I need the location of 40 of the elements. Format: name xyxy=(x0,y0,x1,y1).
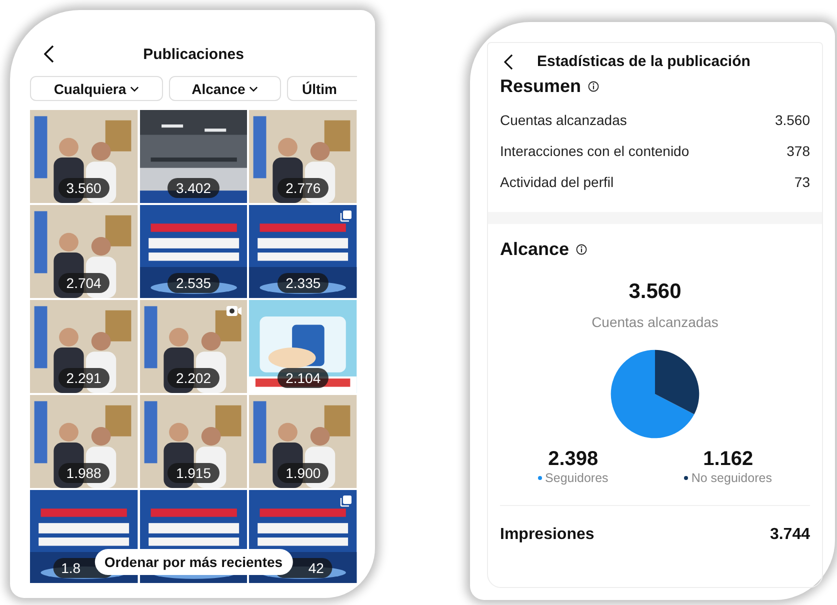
info-icon[interactable] xyxy=(576,244,588,255)
reach-count: 1.988 xyxy=(58,463,110,483)
reach-count: 3.402 xyxy=(168,178,219,198)
metric-value: 73 xyxy=(794,174,810,190)
reach-total-label: Cuentas alcanzadas xyxy=(590,314,720,330)
reach-count: 2.535 xyxy=(168,273,219,293)
legend-label: No seguidores xyxy=(691,471,772,485)
metric-label: Interacciones con el contenido xyxy=(500,143,690,159)
sort-button[interactable]: Ordenar por más recientes xyxy=(94,549,293,575)
metric-value: 3.744 xyxy=(770,526,810,544)
reach-total: 3.560 xyxy=(628,280,682,304)
reach-count: 2.202 xyxy=(168,368,219,388)
back-icon[interactable] xyxy=(44,45,54,63)
chevron-icon xyxy=(249,86,258,92)
section-heading: Alcance xyxy=(500,239,570,260)
reach-count: 1.915 xyxy=(168,463,219,483)
metric-label: Impresiones xyxy=(500,526,594,544)
reach-count: 2.335 xyxy=(278,273,329,293)
reach-count: 2.704 xyxy=(58,273,110,293)
reach-count: 2.291 xyxy=(58,368,110,388)
reach-count: 2.104 xyxy=(278,368,329,388)
legend-value: 1.162 xyxy=(703,448,754,471)
legend-value: 2.398 xyxy=(548,448,598,471)
filter-chip[interactable]: Cualquiera xyxy=(30,76,163,101)
metric-label: Actividad del perfil xyxy=(500,174,614,190)
metric-value: 378 xyxy=(786,143,810,159)
metric-label: Cuentas alcanzadas xyxy=(500,112,627,128)
reach-count: 3.560 xyxy=(58,178,110,198)
metric-value: 3.560 xyxy=(774,112,810,128)
screen-title: Estadísticas de la publicación xyxy=(537,53,750,70)
reach-count: 1.900 xyxy=(278,463,329,483)
info-icon[interactable] xyxy=(588,81,600,92)
section-heading: Resumen xyxy=(500,76,582,97)
filter-chip[interactable]: Alcance xyxy=(169,76,281,101)
legend-label: Seguidores xyxy=(545,471,608,485)
filter-chip[interactable]: Últim xyxy=(287,76,357,101)
back-icon[interactable] xyxy=(504,54,513,70)
chevron-icon xyxy=(130,86,140,92)
screen-title: Publicaciones xyxy=(143,46,244,62)
reach-count: 2.776 xyxy=(278,178,329,198)
